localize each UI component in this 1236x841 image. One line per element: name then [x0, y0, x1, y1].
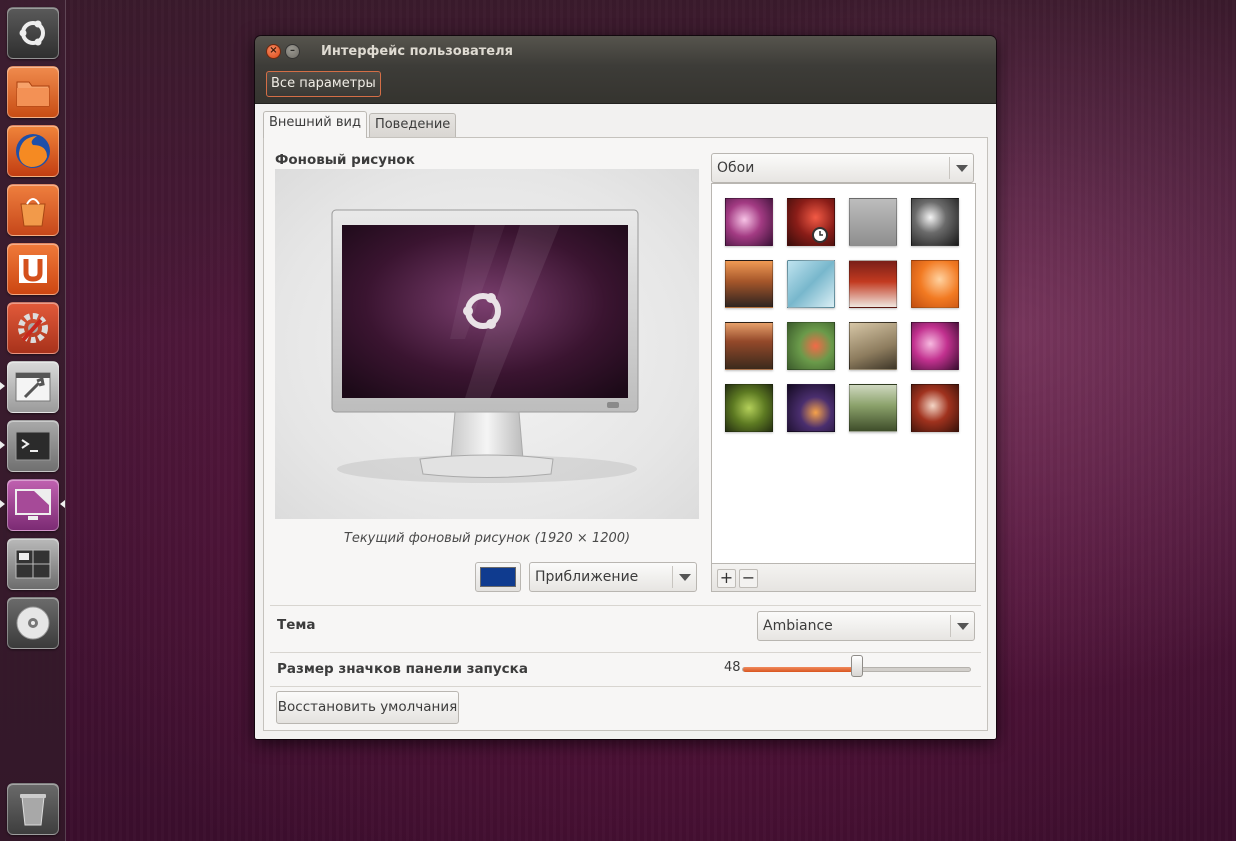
wallpaper-sunset-road[interactable] [725, 260, 773, 308]
window-titlebar[interactable]: × – Интерфейс пользователя [255, 36, 996, 66]
focused-indicator [60, 500, 65, 508]
wallpaper-green-flowers[interactable] [787, 322, 835, 370]
divider [270, 652, 981, 653]
wallpaper-green-bokeh[interactable] [725, 384, 773, 432]
selected-check-icon [812, 227, 828, 243]
add-wallpaper-button[interactable]: + [717, 569, 736, 588]
background-color-button[interactable] [475, 562, 521, 592]
firefox-icon[interactable] [7, 125, 59, 177]
divider [270, 605, 981, 606]
wallpaper-grey-deer[interactable] [849, 198, 897, 246]
wallpaper-grass[interactable] [849, 384, 897, 432]
minimize-window-button[interactable]: – [285, 43, 300, 59]
divider [270, 686, 981, 687]
tab-appearance[interactable]: Внешний вид [263, 111, 367, 138]
slider-fill [743, 667, 858, 672]
window-title: Интерфейс пользователя [321, 43, 513, 59]
close-window-button[interactable]: × [266, 43, 281, 59]
launcher-icon-size-value: 48 [724, 660, 741, 675]
chevron-down-icon [950, 615, 974, 637]
background-label: Фоновый рисунок [275, 152, 415, 168]
theme-label: Тема [277, 617, 316, 633]
remove-wallpaper-button[interactable]: − [739, 569, 758, 588]
slider-handle[interactable] [850, 655, 863, 677]
wallpaper-magenta-flower[interactable] [911, 322, 959, 370]
wallpaper-orange-leaves[interactable] [911, 260, 959, 308]
chevron-down-icon [949, 157, 973, 179]
wallpaper-mode-value: Приближение [535, 569, 639, 585]
wallpaper-autumn-path[interactable] [849, 260, 897, 308]
wallpaper-blue-ice[interactable] [787, 260, 835, 308]
appearance-icon[interactable] [7, 479, 59, 531]
wallpaper-red-flowers[interactable] [787, 198, 835, 246]
terminal-icon[interactable] [7, 420, 59, 472]
wallpaper-night-horse[interactable] [787, 384, 835, 432]
trash-icon[interactable] [7, 783, 59, 835]
wallpaper-purple-bokeh[interactable] [725, 198, 773, 246]
system-settings-icon[interactable] [7, 302, 59, 354]
appearance-window: × – Интерфейс пользователя Все параметры… [255, 36, 996, 739]
running-indicator [0, 500, 5, 508]
launcher-icon-size-label: Размер значков панели запуска [277, 661, 528, 677]
running-indicator [0, 382, 5, 390]
wallpaper-red-chain[interactable] [911, 384, 959, 432]
wallpaper-grid [711, 183, 976, 563]
dash-home-icon[interactable] [7, 7, 59, 59]
chevron-down-icon [672, 566, 696, 588]
software-center-icon[interactable] [7, 184, 59, 236]
tab-bar: Внешний вид Поведение [263, 111, 458, 138]
wallpaper-preview [275, 169, 699, 519]
settings-window-icon[interactable] [7, 361, 59, 413]
window-toolbar: Все параметры [255, 66, 996, 104]
color-swatch [480, 567, 516, 587]
appearance-panel: Фоновый рисунок Текущий фоновый рисунок … [263, 137, 988, 731]
workspace-switcher-icon[interactable] [7, 538, 59, 590]
theme-value: Ambiance [763, 618, 833, 634]
home-folder-icon[interactable] [7, 66, 59, 118]
all-settings-button[interactable]: Все параметры [266, 71, 381, 97]
wallpaper-source-value: Обои [717, 160, 755, 176]
ubuntu-one-icon[interactable] [7, 243, 59, 295]
wallpaper-source-combo[interactable]: Обои [711, 153, 974, 183]
monitor-preview-icon [331, 209, 639, 483]
optical-disc-icon[interactable] [7, 597, 59, 649]
current-wallpaper-caption: Текущий фоновый рисунок (1920 × 1200) [343, 531, 631, 546]
tab-behavior[interactable]: Поведение [368, 113, 457, 137]
launcher [0, 0, 66, 841]
wallpaper-list-toolbar: + − [711, 563, 976, 592]
window-content: Внешний вид Поведение Фоновый рисунок Те… [255, 104, 996, 739]
wallpaper-canyon[interactable] [725, 322, 773, 370]
wallpaper-pen-paper[interactable] [849, 322, 897, 370]
restore-defaults-button[interactable]: Восстановить умолчания [276, 691, 459, 724]
theme-combo[interactable]: Ambiance [757, 611, 975, 641]
wallpaper-mode-combo[interactable]: Приближение [529, 562, 697, 592]
wallpaper-bw-abstract[interactable] [911, 198, 959, 246]
running-indicator [0, 441, 5, 449]
